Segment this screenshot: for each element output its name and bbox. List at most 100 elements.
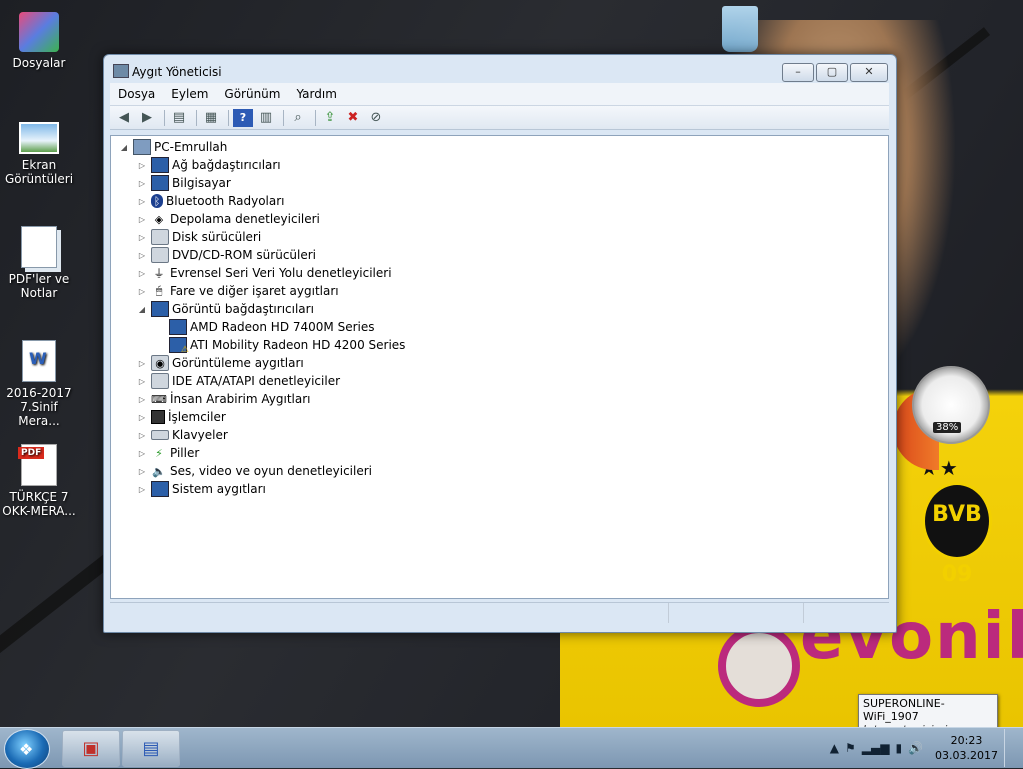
minimize-button[interactable]: – [782,63,814,82]
clock[interactable]: 20:23 03.03.2017 [935,733,998,763]
update-driver-icon[interactable]: ⇪ [320,109,340,127]
tree-item-label: Disk sürücüleri [172,230,262,244]
expand-arrow-icon[interactable]: ▷ [137,395,147,404]
device-manager-window: Aygıt Yöneticisi – ▢ ✕ Dosya Eylem Görün… [103,54,897,633]
tree-root[interactable]: ◢ PC-Emrullah [119,138,227,156]
tree-item-label: Fare ve diğer işaret aygıtları [170,284,339,298]
action-center-flag-icon[interactable]: ⚑ [845,741,856,755]
back-icon[interactable]: ◀ [114,109,134,127]
expand-arrow-icon[interactable]: ▷ [137,431,147,440]
tree-item-network-adapters[interactable]: ▷ Ağ bağdaştırıcıları [137,156,281,174]
tree-item-label: IDE ATA/ATAPI denetleyiciler [172,374,341,388]
system-tray: ▲ ⚑ ▂▄▆ ▮ 🔊 20:23 03.03.2017 [830,728,1023,768]
expand-arrow-icon[interactable]: ▷ [137,251,147,260]
expand-arrow-icon[interactable]: ▷ [137,269,147,278]
tree-child-amd-radeon[interactable]: AMD Radeon HD 7400M Series [165,318,375,336]
tooltip-title: SUPERONLINE-WiFi_1907 [863,697,945,723]
disk-icon [151,229,169,245]
tree-item-system-devices[interactable]: ▷ Sistem aygıtları [137,480,266,498]
tree-item-ide-controllers[interactable]: ▷ IDE ATA/ATAPI denetleyiciler [137,372,340,390]
close-button[interactable]: ✕ [850,63,888,82]
expand-arrow-icon[interactable]: ▷ [137,287,147,296]
expand-arrow-icon[interactable]: ▷ [137,377,147,386]
tree-item-imaging-devices[interactable]: ▷ ◉ Görüntüleme aygıtları [137,354,304,372]
tree-item-mice[interactable]: ▷ 🖱 Fare ve diğer işaret aygıtları [137,282,339,300]
tree-item-label: Görüntüleme aygıtları [172,356,304,370]
title-bar[interactable]: Aygıt Yöneticisi – ▢ ✕ [104,55,896,85]
expand-arrow-icon[interactable]: ▷ [137,413,147,422]
help-icon[interactable]: ? [233,108,253,127]
show-hidden-icons-icon[interactable]: ▲ [830,741,839,755]
toolbar-separator [228,109,229,126]
bvb-badge: BVB 09 [922,482,992,587]
display-adapter-icon [151,301,169,317]
up-level-icon[interactable]: ▤ [169,109,189,127]
menu-dosya[interactable]: Dosya [110,87,163,101]
tree-item-computer[interactable]: ▷ Bilgisayar [137,174,231,192]
status-bar [110,602,889,623]
desktop-icon-dosyalar[interactable]: Dosyalar [0,12,78,70]
tree-item-sound-devices[interactable]: ▷ 🔈 Ses, video ve oyun denetleyicileri [137,462,372,480]
tree-item-storage-controllers[interactable]: ▷ ◈ Depolama denetleyicileri [137,210,320,228]
expand-arrow-icon[interactable]: ▷ [137,467,147,476]
status-pane [804,603,888,623]
windows-logo-icon: ❖ [19,740,34,759]
tree-item-hid[interactable]: ▷ ⌨ İnsan Arabirim Aygıtları [137,390,311,408]
power-icon[interactable]: ▮ [895,741,902,755]
tree-item-usb-controllers[interactable]: ▷ ⏚ Evrensel Seri Veri Yolu denetleyiciler… [137,264,392,282]
wifi-signal-icon[interactable]: ▂▄▆ [862,741,890,755]
collapse-arrow-icon[interactable]: ◢ [119,143,129,152]
tree-item-bluetooth[interactable]: ▷ ᛒ Bluetooth Radyoları [137,192,285,210]
taskbar-button-toolbox[interactable]: ▣ [62,730,120,767]
forward-icon[interactable]: ▶ [137,109,157,127]
status-pane [110,603,669,623]
tree-item-disk-drives[interactable]: ▷ Disk sürücüleri [137,228,261,246]
toolbar-separator [315,109,316,126]
recycle-bin-icon[interactable] [722,6,758,52]
taskbar-button-device-manager[interactable]: ▤ [122,730,180,767]
tree-item-label: Görüntü bağdaştırıcıları [172,302,314,316]
tree-child-ati-mobility[interactable]: ⚠ ATI Mobility Radeon HD 4200 Series [165,336,405,355]
tree-item-display-adapters[interactable]: ◢ Görüntü bağdaştırıcıları [137,300,314,318]
tree-item-dvd-drives[interactable]: ▷ DVD/CD-ROM sürücüleri [137,246,316,264]
ide-icon [151,373,169,389]
collapse-arrow-icon[interactable]: ◢ [137,305,147,314]
expand-arrow-icon[interactable]: ▷ [137,215,147,224]
maximize-button[interactable]: ▢ [816,63,848,82]
tree-item-processors[interactable]: ▷ İşlemciler [137,408,226,426]
hid-icon: ⌨ [151,392,167,406]
volume-icon[interactable]: 🔊 [908,741,923,755]
pdf-icon: PDF [18,444,57,486]
expand-arrow-icon[interactable]: ▷ [137,485,147,494]
properties-icon[interactable]: ▦ [201,109,221,127]
start-button[interactable]: ❖ [4,729,50,769]
mouse-icon: 🖱 [155,284,163,297]
tree-item-label: Ağ bağdaştırıcıları [172,158,281,172]
expand-arrow-icon[interactable]: ▷ [137,359,147,368]
menu-bar: Dosya Eylem Görünüm Yardım [110,83,889,106]
expand-arrow-icon[interactable]: ▷ [137,179,147,188]
disable-device-icon[interactable]: ⊘ [366,109,386,127]
tree-item-keyboards[interactable]: ▷ Klavyeler [137,426,228,444]
toolbar-separator [283,109,284,126]
show-desktop-button[interactable] [1004,729,1013,767]
toolbar-separator [196,109,197,126]
desktop-icon-pdfler-notlar[interactable]: PDF'ler ve Notlar [0,226,78,300]
expand-arrow-icon[interactable]: ▷ [137,197,147,206]
show-hide-pane-icon[interactable]: ▥ [256,109,276,127]
expand-arrow-icon[interactable]: ▷ [137,161,147,170]
expand-arrow-icon[interactable]: ▷ [137,233,147,242]
desktop-icon-pdf-document[interactable]: PDF TÜRKÇE 7 OKK-MERA... [0,444,78,518]
desktop-icon-ekran-goruntuleri[interactable]: Ekran Görüntüleri [0,122,78,186]
uninstall-icon[interactable]: ✖ [343,109,363,127]
menu-eylem[interactable]: Eylem [163,87,216,101]
tree-item-label: DVD/CD-ROM sürücüleri [172,248,317,262]
tree-item-batteries[interactable]: ▷ ⚡ Piller [137,444,199,462]
menu-gorunum[interactable]: Görünüm [216,87,288,101]
desktop-icon-word-document[interactable]: W 2016-2017 7.Sinif Mera... [0,340,78,428]
tree-item-label: AMD Radeon HD 7400M Series [190,320,375,334]
menu-yardim[interactable]: Yardım [288,87,344,101]
camera-icon: ◉ [151,355,169,371]
expand-arrow-icon[interactable]: ▷ [137,449,147,458]
scan-hardware-icon[interactable]: ⌕ [288,109,308,127]
